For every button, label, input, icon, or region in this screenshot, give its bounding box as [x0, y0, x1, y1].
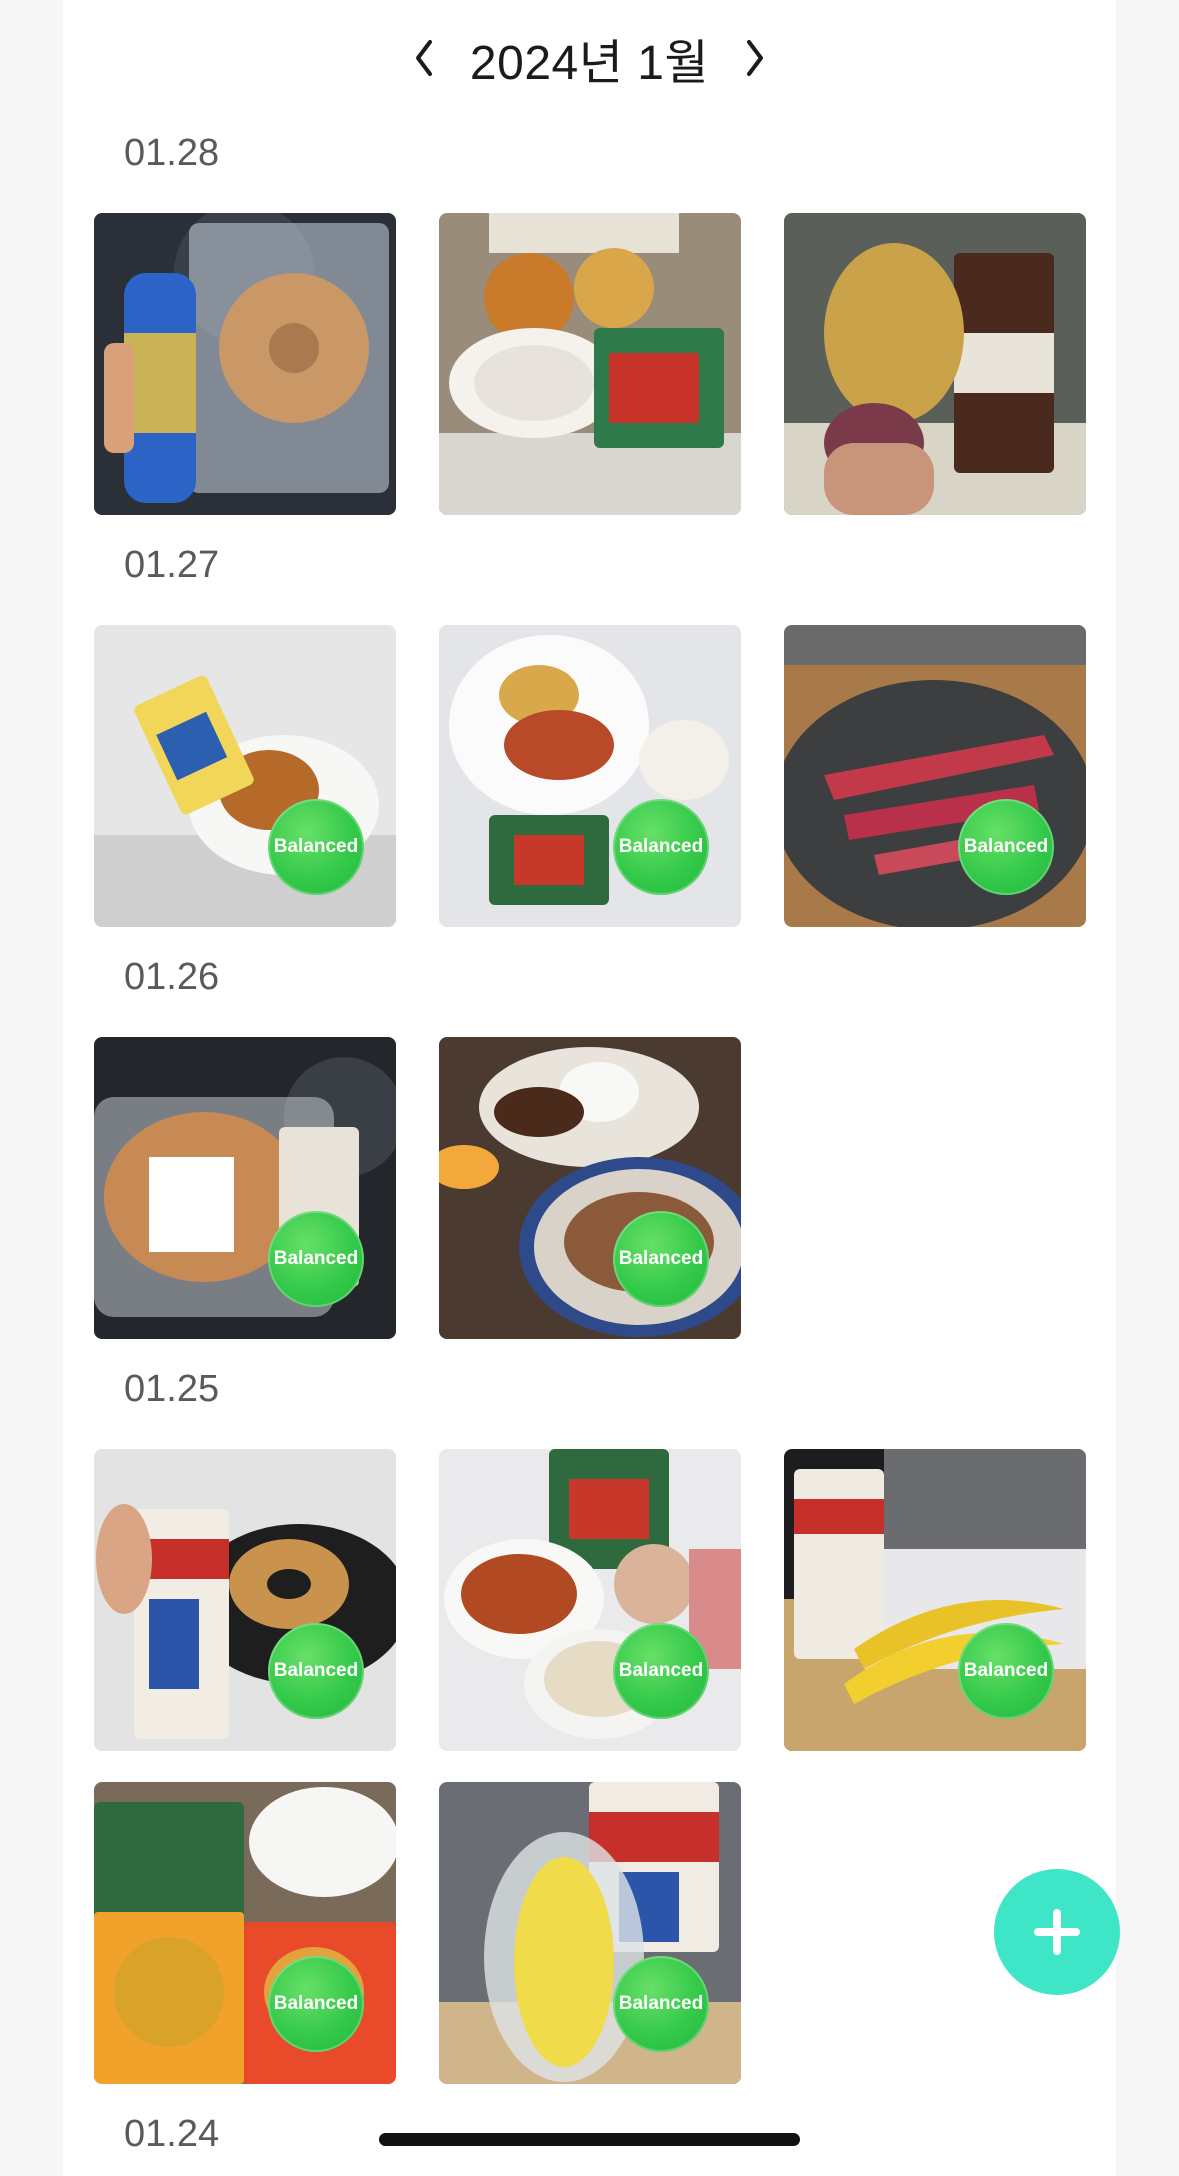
meal-photo-image	[439, 1782, 741, 2084]
home-indicator[interactable]	[379, 2133, 800, 2146]
meal-photo-image	[94, 1782, 396, 2084]
balanced-badge: Balanced	[268, 1956, 364, 2052]
date-label: 01.26	[124, 956, 220, 998]
add-meal-button[interactable]	[994, 1869, 1120, 1995]
meal-photo[interactable]: Balanced	[439, 1782, 741, 2084]
meal-photo-image	[439, 213, 741, 515]
balanced-badge: Balanced	[613, 1623, 709, 1719]
next-month-button[interactable]	[735, 38, 775, 78]
date-label: 01.25	[124, 1368, 220, 1410]
prev-month-button[interactable]	[404, 38, 444, 78]
month-header: 2024년 1월	[63, 20, 1116, 96]
meal-photo-image	[94, 213, 396, 515]
meal-photo[interactable]: Balanced	[784, 625, 1086, 927]
meal-photo[interactable]: Balanced	[439, 1449, 741, 1751]
meal-photo-image	[784, 625, 1086, 927]
balanced-badge: Balanced	[958, 799, 1054, 895]
meal-photo-image	[439, 1037, 741, 1339]
meal-photo[interactable]: Balanced	[784, 1449, 1086, 1751]
chevron-right-icon	[747, 40, 764, 76]
month-title: 2024년 1월	[469, 37, 710, 90]
balanced-badge: Balanced	[613, 1956, 709, 2052]
meal-photo[interactable]: Balanced	[94, 1037, 396, 1339]
balanced-badge: Balanced	[613, 1211, 709, 1307]
balanced-badge: Balanced	[268, 1211, 364, 1307]
meal-photo-image	[94, 1449, 396, 1751]
meal-photo-image	[94, 625, 396, 927]
plus-icon	[1034, 1909, 1080, 1955]
date-label: 01.24	[124, 2113, 220, 2155]
meal-photo[interactable]: Balanced	[439, 625, 741, 927]
meal-log-page: 2024년 1월 01.28 01.27 Balanced Balanced B…	[63, 0, 1116, 2176]
date-label: 01.28	[124, 132, 220, 174]
meal-photo[interactable]	[94, 213, 396, 515]
meal-photo-image	[784, 213, 1086, 515]
date-label: 01.27	[124, 544, 220, 586]
balanced-badge: Balanced	[268, 1623, 364, 1719]
meal-photo[interactable]: Balanced	[94, 1449, 396, 1751]
balanced-badge: Balanced	[268, 799, 364, 895]
balanced-badge: Balanced	[613, 799, 709, 895]
chevron-left-icon	[415, 40, 432, 76]
meal-photo-image	[784, 1449, 1086, 1751]
meal-photo-image	[439, 1449, 741, 1751]
balanced-badge: Balanced	[958, 1623, 1054, 1719]
meal-photo-image	[94, 1037, 396, 1339]
meal-photo-image	[439, 625, 741, 927]
meal-photo[interactable]: Balanced	[94, 625, 396, 927]
meal-photo[interactable]: Balanced	[94, 1782, 396, 2084]
meal-photo[interactable]: Balanced	[439, 1037, 741, 1339]
meal-photo[interactable]	[439, 213, 741, 515]
meal-photo[interactable]	[784, 213, 1086, 515]
